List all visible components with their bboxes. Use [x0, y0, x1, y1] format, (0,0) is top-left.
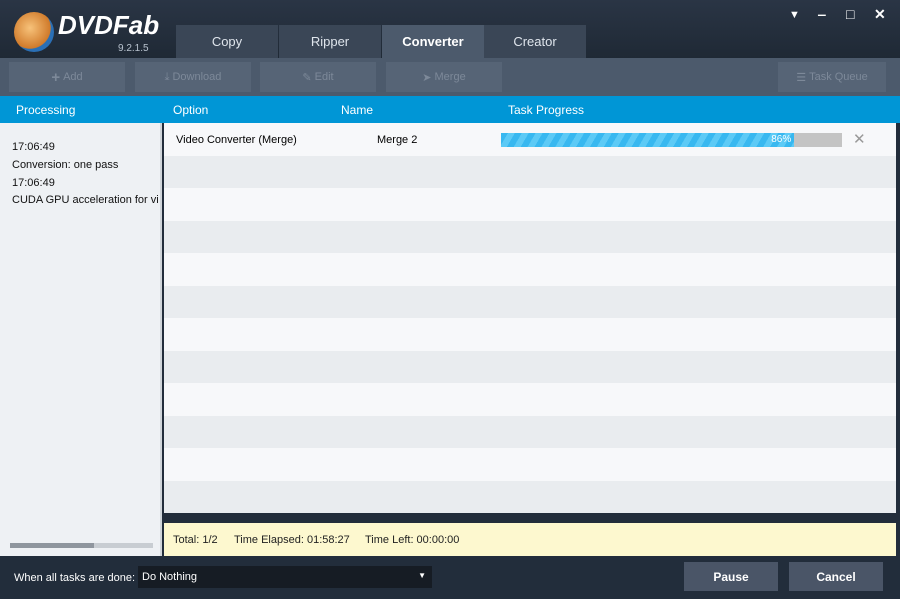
maximize-icon[interactable]: □	[846, 6, 854, 22]
header-progress[interactable]: Task Progress	[508, 103, 584, 117]
status-bar: Total: 1/2 Time Elapsed: 01:58:27 Time L…	[164, 523, 896, 556]
merge-label: Merge	[434, 71, 466, 83]
progress-label: 86%	[771, 134, 792, 145]
plus-icon: +	[51, 68, 61, 86]
tab-copy[interactable]: Copy	[176, 25, 278, 58]
horizontal-scrollbar[interactable]	[10, 543, 153, 548]
header-option[interactable]: Option	[173, 103, 208, 117]
edit-button[interactable]: ✎ Edit	[260, 62, 376, 92]
tab-ripper[interactable]: Ripper	[279, 25, 381, 58]
total-count: Total: 1/2	[173, 534, 218, 546]
time-elapsed: Time Elapsed: 01:58:27	[234, 534, 350, 546]
tab-creator[interactable]: Creator	[484, 25, 586, 58]
task-queue-button[interactable]: ☰ Task Queue	[778, 62, 886, 92]
download-icon: ⤓	[164, 70, 170, 83]
version: 9.2.1.5	[118, 43, 149, 54]
remove-task-icon[interactable]: ✕	[853, 130, 866, 148]
header-processing: Processing	[16, 103, 76, 117]
pause-button[interactable]: Pause	[684, 562, 778, 591]
task-option: Video Converter (Merge)	[176, 134, 297, 146]
download-label: Download	[172, 71, 222, 83]
task-queue-label: Task Queue	[809, 71, 868, 83]
title-bar: DVDFab 9.2.1.5 Copy Ripper Converter Cre…	[0, 0, 900, 58]
log-line: 17:06:49	[12, 141, 55, 153]
toolbar: + Add ⤓ Download ✎ Edit ➤ Merge ☰ Task Queue	[0, 58, 900, 96]
when-done-value: Do Nothing	[142, 571, 198, 583]
footer: When all tasks are done: Do Nothing ▼ Pa…	[0, 556, 900, 599]
merge-icon: ➤	[422, 71, 432, 84]
table-row[interactable]: Video Converter (Merge) Merge 2 86% ✕	[164, 123, 896, 156]
add-button[interactable]: + Add	[9, 62, 125, 92]
menu-dropdown-icon[interactable]: ▼	[789, 9, 800, 21]
log-line: Conversion: one pass	[12, 159, 119, 171]
column-header: Processing Option Name Task Progress	[0, 96, 900, 123]
merge-button[interactable]: ➤ Merge	[386, 62, 502, 92]
log-line: 17:06:49	[12, 177, 55, 189]
progress-bar: 86%	[501, 133, 842, 147]
task-name: Merge 2	[377, 134, 418, 146]
processing-log: 17:06:49 Conversion: one pass 17:06:49 C…	[0, 123, 162, 556]
edit-label: Edit	[314, 71, 334, 83]
when-done-label: When all tasks are done:	[14, 572, 136, 584]
scrollbar-thumb[interactable]	[10, 543, 94, 548]
dvdfab-logo-icon	[14, 12, 54, 52]
minimize-icon[interactable]: ‒	[818, 6, 826, 22]
download-button[interactable]: ⤓ Download	[135, 62, 251, 92]
list-icon: ☰	[796, 71, 807, 84]
log-line: CUDA GPU acceleration for vid	[12, 194, 158, 206]
chevron-down-icon: ▼	[418, 571, 426, 580]
time-left: Time Left: 00:00:00	[365, 534, 460, 546]
cancel-button[interactable]: Cancel	[789, 562, 883, 591]
edit-icon: ✎	[302, 71, 312, 84]
task-list: Video Converter (Merge) Merge 2 86% ✕	[164, 123, 896, 523]
tab-converter[interactable]: Converter	[382, 25, 484, 58]
add-label: Add	[63, 71, 83, 83]
header-name[interactable]: Name	[341, 103, 373, 117]
close-icon[interactable]: ✕	[874, 6, 886, 23]
when-done-select[interactable]: Do Nothing ▼	[138, 566, 432, 588]
brand-name: DVDFab	[58, 10, 160, 40]
